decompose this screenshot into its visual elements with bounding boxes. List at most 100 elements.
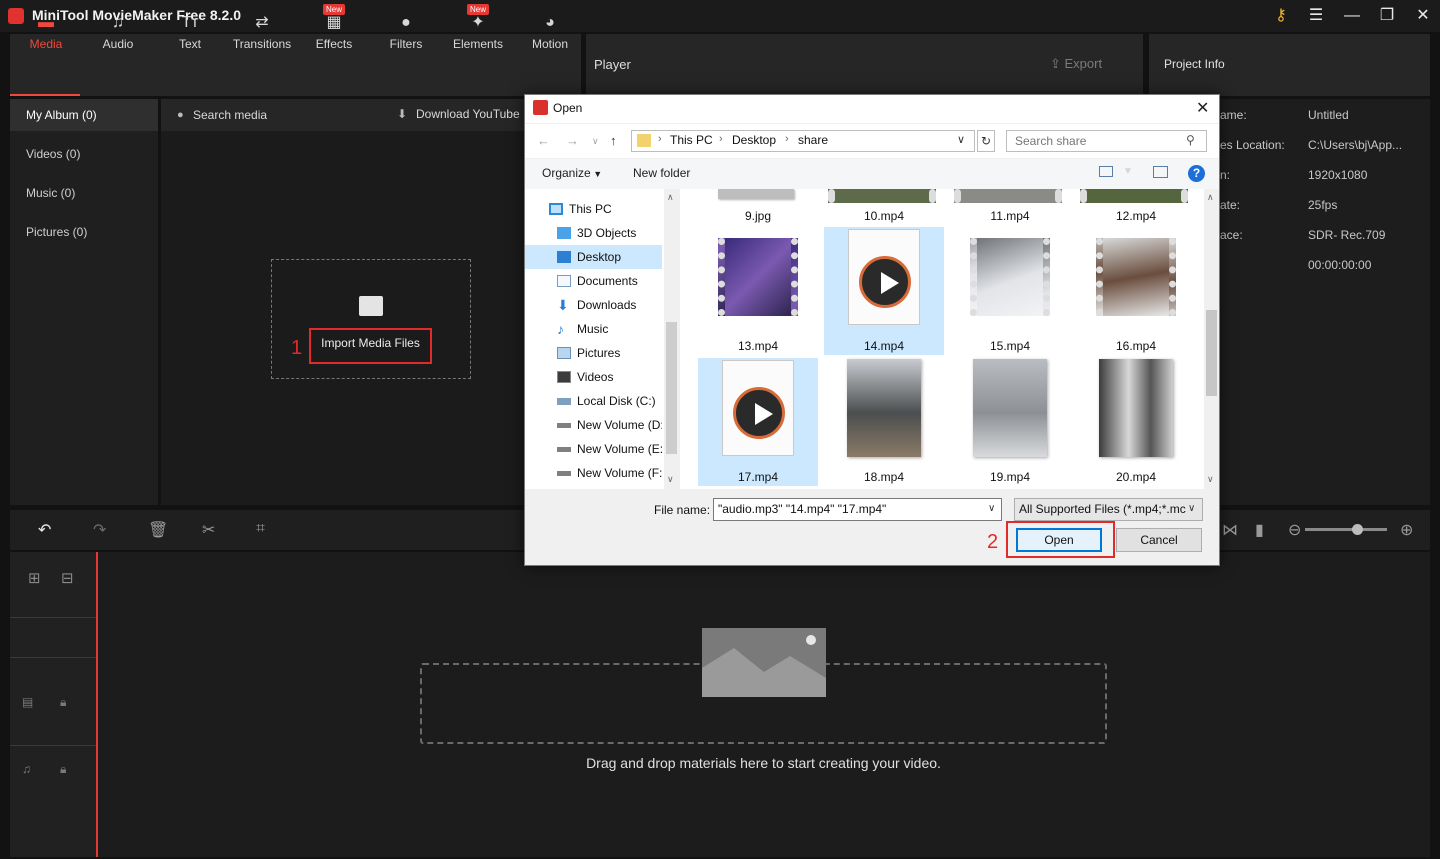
export-button[interactable]: ⇪ Export — [1050, 56, 1102, 72]
chevron-down-icon[interactable]: ▼ — [1123, 166, 1133, 177]
file-tile[interactable]: 13.mp4 — [698, 227, 818, 355]
sidebar-item-my-album[interactable]: My Album (0) — [10, 99, 158, 131]
redo-icon[interactable]: ↷ — [93, 520, 106, 540]
scissors-icon[interactable]: ✂ — [202, 520, 215, 540]
view-mode-icon[interactable] — [1099, 166, 1113, 177]
file-label[interactable]: 9.jpg — [698, 209, 818, 223]
nav-item-this-pc[interactable]: This PC — [525, 197, 662, 221]
organize-menu[interactable]: Organize ▼ — [542, 166, 602, 180]
info-value: SDR- Rec.709 — [1308, 228, 1386, 242]
zoom-slider[interactable] — [1305, 528, 1387, 531]
file-grid-scrollbar-thumb[interactable] — [1206, 310, 1217, 396]
back-arrow-icon[interactable]: ← — [537, 133, 550, 148]
lock-icon[interactable]: 🔒︎ — [60, 762, 66, 777]
up-arrow-icon[interactable]: ↑ — [610, 133, 617, 148]
minimize-icon[interactable]: — — [1341, 5, 1363, 27]
search-media-input[interactable]: Search media — [193, 108, 267, 122]
nav-item-volume-f[interactable]: New Volume (F:) — [525, 461, 662, 485]
nav-item-videos[interactable]: Videos — [525, 365, 662, 389]
file-tile-selected[interactable]: 17.mp4 — [698, 358, 818, 486]
thumbnail-partial — [828, 189, 936, 203]
preview-pane-icon[interactable] — [1153, 166, 1168, 178]
recent-dropdown-icon[interactable]: ∨ — [592, 136, 599, 147]
file-tile[interactable]: 18.mp4 — [824, 358, 944, 486]
scroll-down-icon[interactable]: ∨ — [667, 474, 674, 485]
file-label[interactable]: 10.mp4 — [824, 209, 944, 223]
file-tile[interactable]: 15.mp4 — [950, 227, 1070, 355]
search-share-input[interactable]: Search share — [1006, 130, 1207, 152]
audio-wave-icon[interactable]: ▮ — [1255, 520, 1264, 540]
tab-elements[interactable]: ✦ Elements New — [442, 4, 514, 58]
nav-item-local-disk-c[interactable]: Local Disk (C:) — [525, 389, 662, 413]
breadcrumb-this-pc[interactable]: This PC — [670, 133, 713, 147]
forward-arrow-icon[interactable]: → — [566, 133, 579, 148]
nav-scrollbar-thumb[interactable] — [666, 322, 677, 454]
sidebar-item-videos[interactable]: Videos (0) — [10, 138, 158, 170]
tab-media[interactable]: ▬ Media — [10, 12, 82, 58]
drop-hint-text: Drag and drop materials here to start cr… — [586, 755, 941, 771]
menu-icon[interactable]: ☰ — [1305, 5, 1327, 27]
nav-item-downloads[interactable]: ⬇ Downloads — [525, 293, 662, 317]
chevron-down-icon[interactable]: ∨ — [988, 503, 995, 514]
elements-icon: ✦ — [471, 14, 485, 31]
nav-item-desktop[interactable]: Desktop — [525, 245, 662, 269]
playhead[interactable] — [96, 552, 98, 857]
delete-icon[interactable]: 🗑 — [148, 520, 168, 540]
undo-icon[interactable]: ↶ — [38, 520, 51, 540]
file-label[interactable]: 12.mp4 — [1076, 209, 1196, 223]
key-icon[interactable]: ⚷ — [1270, 5, 1292, 27]
scroll-down-icon[interactable]: ∨ — [1207, 474, 1214, 485]
nav-item-volume-e[interactable]: New Volume (E:) — [525, 437, 662, 461]
file-tile[interactable]: 19.mp4 — [950, 358, 1070, 486]
sidebar-item-pictures[interactable]: Pictures (0) — [10, 216, 158, 248]
tab-audio[interactable]: ♫ Audio — [82, 12, 154, 58]
scroll-up-icon[interactable]: ∧ — [1207, 192, 1214, 203]
fit-icon[interactable]: ⋈ — [1222, 520, 1238, 540]
player-title: Player — [594, 57, 631, 72]
breadcrumb-desktop[interactable]: Desktop — [732, 133, 776, 147]
scroll-up-icon[interactable]: ∧ — [667, 192, 674, 203]
maximize-icon[interactable]: ❐ — [1376, 5, 1398, 27]
nav-item-documents[interactable]: Documents — [525, 269, 662, 293]
file-tile[interactable]: 20.mp4 — [1076, 358, 1196, 486]
breadcrumb-share[interactable]: share — [798, 133, 828, 147]
audio-track-icon: ♫ — [22, 762, 31, 776]
crop-icon[interactable]: ⌗ — [256, 520, 265, 538]
transitions-icon: ⇄ — [255, 14, 269, 31]
thumbnail — [1091, 227, 1181, 327]
file-type-select[interactable]: All Supported Files (*.mp4;*.mc — [1014, 498, 1203, 521]
info-duration: 00:00:00:00 — [1308, 258, 1372, 272]
refresh-icon[interactable]: ↻ — [977, 130, 995, 152]
zoom-out-icon[interactable]: ⊖ — [1288, 520, 1301, 540]
zoom-slider-handle[interactable] — [1352, 524, 1363, 535]
file-tile[interactable]: 16.mp4 — [1076, 227, 1196, 355]
dialog-close-icon[interactable]: ✕ — [1196, 98, 1209, 118]
import-media-files-button[interactable]: Import Media Files — [309, 328, 432, 364]
new-folder-button[interactable]: New folder — [633, 166, 690, 180]
add-track-icon[interactable]: ⊞ — [28, 569, 41, 587]
tab-motion[interactable]: ◕ Motion — [514, 12, 586, 58]
open-button[interactable]: Open — [1016, 528, 1102, 552]
zoom-in-icon[interactable]: ⊕ — [1400, 520, 1413, 540]
nav-item-pictures[interactable]: Pictures — [525, 341, 662, 365]
file-label: 13.mp4 — [737, 339, 779, 353]
tab-text[interactable]: Tт Text — [154, 12, 226, 58]
tab-effects[interactable]: ▦ Effects New — [298, 4, 370, 58]
sidebar-item-music[interactable]: Music (0) — [10, 177, 158, 209]
lock-icon[interactable]: 🔒︎ — [60, 695, 66, 710]
file-name-input[interactable]: "audio.mp3" "14.mp4" "17.mp4" — [713, 498, 1002, 521]
close-icon[interactable]: ✕ — [1412, 5, 1434, 27]
file-tile-selected[interactable]: 14.mp4 — [824, 227, 944, 355]
chevron-down-icon[interactable]: ∨ — [1188, 503, 1195, 514]
cancel-button[interactable]: Cancel — [1116, 528, 1202, 552]
nav-item-music[interactable]: ♪ Music — [525, 317, 662, 341]
file-label[interactable]: 11.mp4 — [950, 209, 1070, 223]
chevron-down-icon[interactable]: ∨ — [957, 133, 965, 146]
download-youtube-button[interactable]: Download YouTube — [416, 107, 520, 121]
help-icon[interactable]: ? — [1188, 165, 1205, 182]
nav-item-volume-d[interactable]: New Volume (D: — [525, 413, 662, 437]
nav-item-3d-objects[interactable]: 3D Objects — [525, 221, 662, 245]
tab-filters[interactable]: ● Filters — [370, 12, 442, 58]
tab-transitions[interactable]: ⇄ Transitions — [226, 12, 298, 58]
remove-track-icon[interactable]: ⊟ — [61, 569, 74, 587]
